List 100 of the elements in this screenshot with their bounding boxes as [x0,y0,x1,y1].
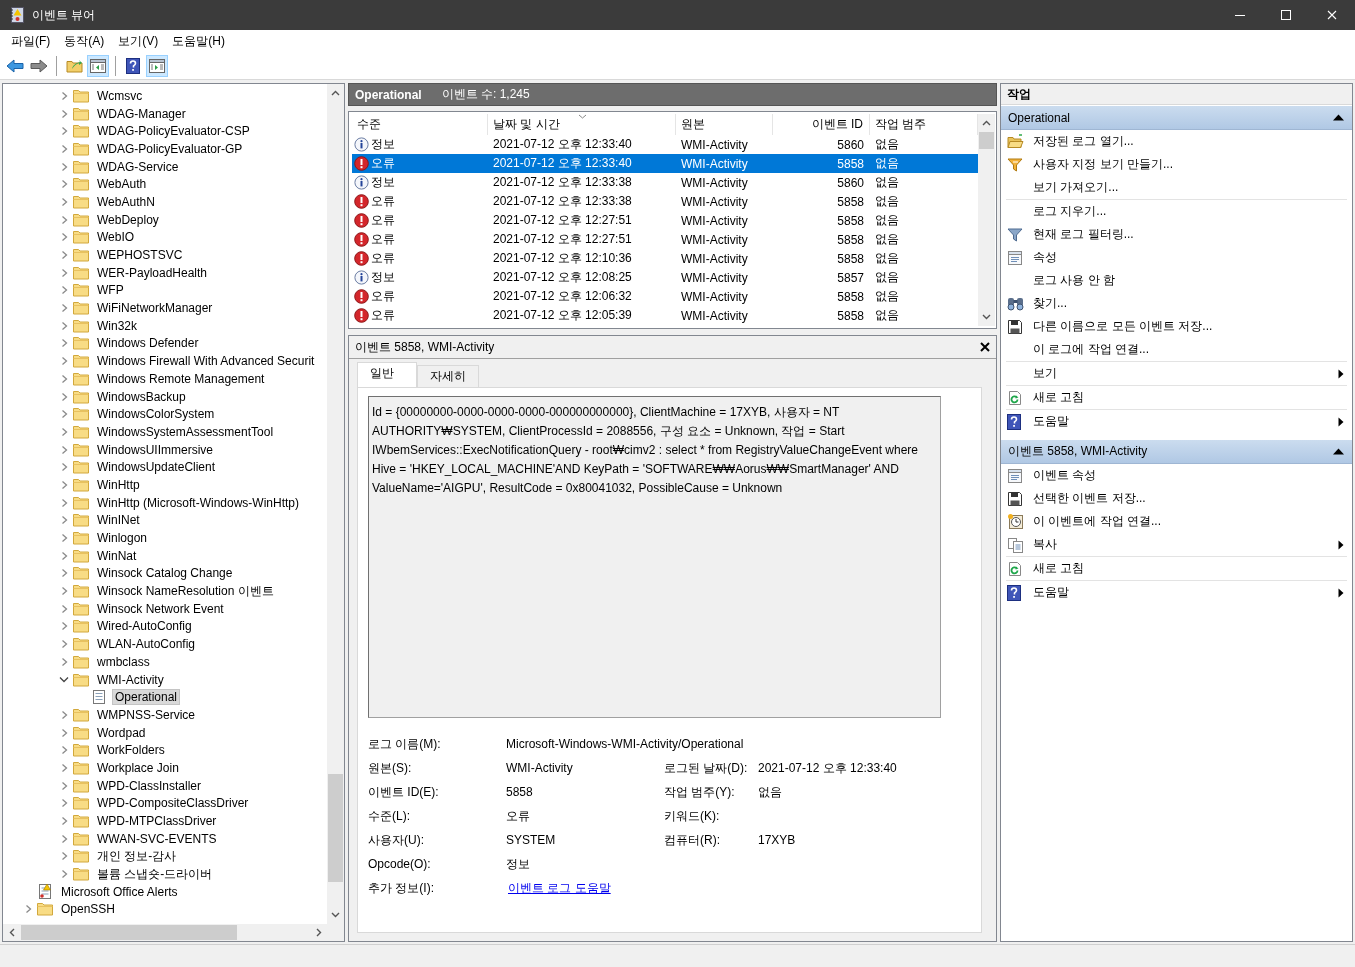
tree-item[interactable]: WMPNSS-Service [94,706,198,723]
chevron-right-icon[interactable] [59,497,69,508]
action-item[interactable]: 이 이벤트에 작업 연결... [1033,513,1161,530]
table-row[interactable]: 오류 2021-07-12 오후 12:05:39 WMI-Activity 5858 없음 [352,306,978,325]
column-header[interactable]: 이벤트 ID [773,114,870,135]
chevron-right-icon[interactable] [59,639,69,650]
tree-item[interactable]: Wired-AutoConfig [94,618,195,635]
tree-item[interactable]: WinHttp [94,476,143,493]
tree-item[interactable]: Windows Firewall With Advanced Securit [94,353,318,370]
action-item[interactable]: 새로 고침 [1033,560,1085,577]
tree-item[interactable]: Operational [112,689,181,706]
scrollbar-thumb[interactable] [328,774,343,882]
chevron-down-icon[interactable] [59,675,69,685]
chevron-right-icon[interactable] [59,745,69,756]
tree-item[interactable]: WindowsUpdateClient [94,459,219,476]
tree-item[interactable]: WorkFolders [94,742,168,759]
horizontal-scrollbar[interactable] [3,924,344,941]
chevron-right-icon[interactable] [59,161,69,172]
chevron-right-icon[interactable] [59,179,69,190]
tree-item[interactable]: WebIO [94,229,138,246]
action-item[interactable]: 다른 이름으로 모든 이벤트 저장... [1033,318,1213,335]
chevron-right-icon[interactable] [59,851,69,862]
tree-item[interactable]: WindowsColorSystem [94,406,218,423]
chevron-right-icon[interactable] [59,214,69,225]
tree-item[interactable]: Winsock Catalog Change [94,565,236,582]
menu-item[interactable]: 동작(A) [57,30,112,52]
scrollbar-thumb[interactable] [21,925,237,940]
tree-item[interactable]: WindowsUIImmersive [94,441,216,458]
action-item[interactable]: 이 로그에 작업 연결... [1033,341,1149,358]
tree-item[interactable]: Winlogon [94,530,151,547]
tree-item[interactable]: WMI-Activity [94,671,167,688]
scroll-up-icon[interactable] [982,120,991,126]
chevron-right-icon[interactable] [59,90,69,101]
chevron-right-icon[interactable] [59,338,69,349]
action-item[interactable]: 저장된 로그 열기... [1033,133,1134,150]
tab[interactable]: 일반 [357,362,417,387]
tree-item[interactable]: wmbclass [94,653,153,670]
tree-item[interactable]: WebAuth [94,176,150,193]
chevron-right-icon[interactable] [59,603,69,614]
action-item[interactable]: 새로 고침 [1033,389,1085,406]
tree-item[interactable]: WWAN-SVC-EVENTS [94,830,220,847]
action-item[interactable]: 선택한 이벤트 저장... [1033,490,1146,507]
tree-item[interactable]: Wordpad [94,724,149,741]
table-row[interactable]: 오류 2021-07-12 오후 12:06:32 WMI-Activity 5858 없음 [352,287,978,306]
scroll-right-icon[interactable] [316,928,322,937]
chevron-right-icon[interactable] [59,391,69,402]
column-header[interactable]: 수준 [352,114,488,135]
tree-item[interactable]: WinINet [94,512,143,529]
help-link[interactable]: 이벤트 로그 도움말 [506,881,613,895]
chevron-right-icon[interactable] [59,709,69,720]
tree-item[interactable]: WFP [94,282,127,299]
chevron-right-icon[interactable] [59,444,69,455]
tree-item[interactable]: 개인 정보-감사 [94,848,180,865]
tree-item[interactable]: WER-PayloadHealth [94,264,211,281]
action-item[interactable]: 찾기... [1033,295,1067,312]
chevron-right-icon[interactable] [59,568,69,579]
section-header[interactable]: Operational [1001,105,1352,130]
chevron-right-icon[interactable] [59,780,69,791]
toolbar-button[interactable] [146,54,168,77]
action-item[interactable]: 보기 [1033,365,1057,382]
tree-item[interactable]: Win32k [94,317,140,334]
tree-item[interactable]: 볼륨 스냅숏-드라이버 [94,866,216,883]
chevron-right-icon[interactable] [59,320,69,331]
tree-item[interactable]: WDAG-PolicyEvaluator-CSP [94,123,253,140]
action-item[interactable]: 도움말 [1033,413,1069,430]
tree-item[interactable]: WDAG-Manager [94,105,189,122]
chevron-right-icon[interactable] [59,515,69,526]
tree-item[interactable]: WLAN-AutoConfig [94,636,199,653]
chevron-right-icon[interactable] [59,356,69,367]
chevron-right-icon[interactable] [59,267,69,278]
tree-item[interactable]: Winsock NameResolution 이벤트 [94,583,277,600]
vertical-scrollbar[interactable] [978,114,995,326]
scroll-left-icon[interactable] [9,928,15,937]
chevron-right-icon[interactable] [59,869,69,880]
tree-item[interactable]: Windows Remote Management [94,370,268,387]
tab[interactable]: 자세히 [417,365,479,387]
tree-item[interactable]: Microsoft Office Alerts [58,883,181,900]
table-row[interactable]: 오류 2021-07-12 오후 12:10:36 WMI-Activity 5858 없음 [352,249,978,268]
tree-item[interactable]: WPD-CompositeClassDriver [94,795,252,812]
tree-item[interactable]: OpenSSH [58,901,119,918]
column-header[interactable]: 날짜 및 시간 [488,114,676,135]
tree-item[interactable]: Workplace Join [94,759,182,776]
chevron-right-icon[interactable] [59,479,69,490]
chevron-right-icon[interactable] [59,533,69,544]
chevron-right-icon[interactable] [59,816,69,827]
tree-item[interactable]: WiFiNetworkManager [94,300,216,317]
tree-item[interactable]: WDAG-Service [94,158,182,175]
chevron-right-icon[interactable] [59,656,69,667]
toolbar-button[interactable] [87,54,109,77]
chevron-right-icon[interactable] [59,409,69,420]
table-row[interactable]: 정보 2021-07-12 오후 12:33:38 WMI-Activity 5860 없음 [352,173,978,192]
scroll-up-icon[interactable] [331,90,340,96]
vertical-scrollbar[interactable] [327,84,344,924]
section-header[interactable]: 이벤트 5858, WMI-Activity [1001,439,1352,464]
chevron-right-icon[interactable] [59,143,69,154]
tree-item[interactable]: WPD-MTPClassDriver [94,813,220,830]
tree-item[interactable]: WPD-ClassInstaller [94,777,204,794]
chevron-right-icon[interactable] [59,303,69,314]
action-item[interactable]: 현재 로그 필터링... [1033,226,1134,243]
chevron-right-icon[interactable] [59,126,69,137]
